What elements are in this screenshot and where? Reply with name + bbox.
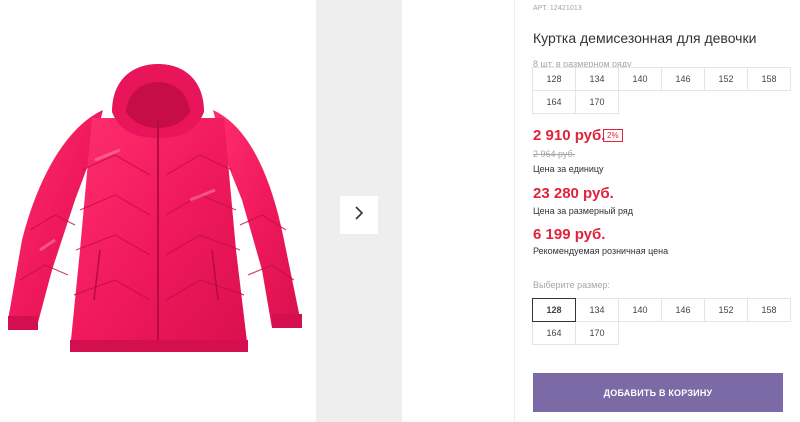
size-option[interactable]: 170 — [575, 321, 619, 345]
size-row-item: 158 — [747, 67, 791, 91]
size-row-item: 170 — [575, 90, 619, 114]
add-to-cart-button[interactable]: ДОБАВИТЬ В КОРЗИНУ — [533, 373, 783, 412]
size-option[interactable]: 152 — [704, 298, 748, 322]
size-row-item: 128 — [532, 67, 576, 91]
size-option[interactable]: 146 — [661, 298, 705, 322]
unit-price-label: Цена за единицу — [533, 164, 604, 174]
product-image — [0, 0, 316, 422]
size-option-selected[interactable]: 128 — [532, 298, 576, 322]
size-selector: 128 134 140 146 152 158 164 170 — [532, 298, 791, 345]
row-price: 23 280 руб. — [533, 185, 614, 202]
size-row-item: 140 — [618, 67, 662, 91]
product-title: Куртка демисезонная для девочки — [533, 30, 757, 46]
retail-price: 6 199 руб. — [533, 226, 606, 243]
size-row-grid: 128 134 140 146 152 158 164 170 — [532, 67, 791, 114]
next-image-button[interactable] — [340, 196, 378, 234]
size-row-item: 152 — [704, 67, 748, 91]
discount-badge: 2% — [603, 129, 623, 142]
size-option[interactable]: 140 — [618, 298, 662, 322]
unit-price: 2 910 руб. — [533, 127, 606, 144]
chevron-right-icon — [353, 205, 365, 226]
divider — [514, 0, 515, 422]
size-option[interactable]: 134 — [575, 298, 619, 322]
jacket-illustration — [8, 64, 302, 352]
retail-price-label: Рекомендуемая розничная цена — [533, 246, 669, 256]
size-row-item: 146 — [661, 67, 705, 91]
size-row-item: 164 — [532, 90, 576, 114]
row-price-label: Цена за размерный ряд — [533, 206, 634, 216]
article-number: АРТ. 12421013 — [533, 5, 582, 12]
size-option[interactable]: 158 — [747, 298, 791, 322]
choose-size-label: Выберите размер: — [533, 280, 610, 290]
size-option[interactable]: 164 — [532, 321, 576, 345]
size-row-item: 134 — [575, 67, 619, 91]
old-price: 2 964 руб. — [533, 149, 576, 159]
